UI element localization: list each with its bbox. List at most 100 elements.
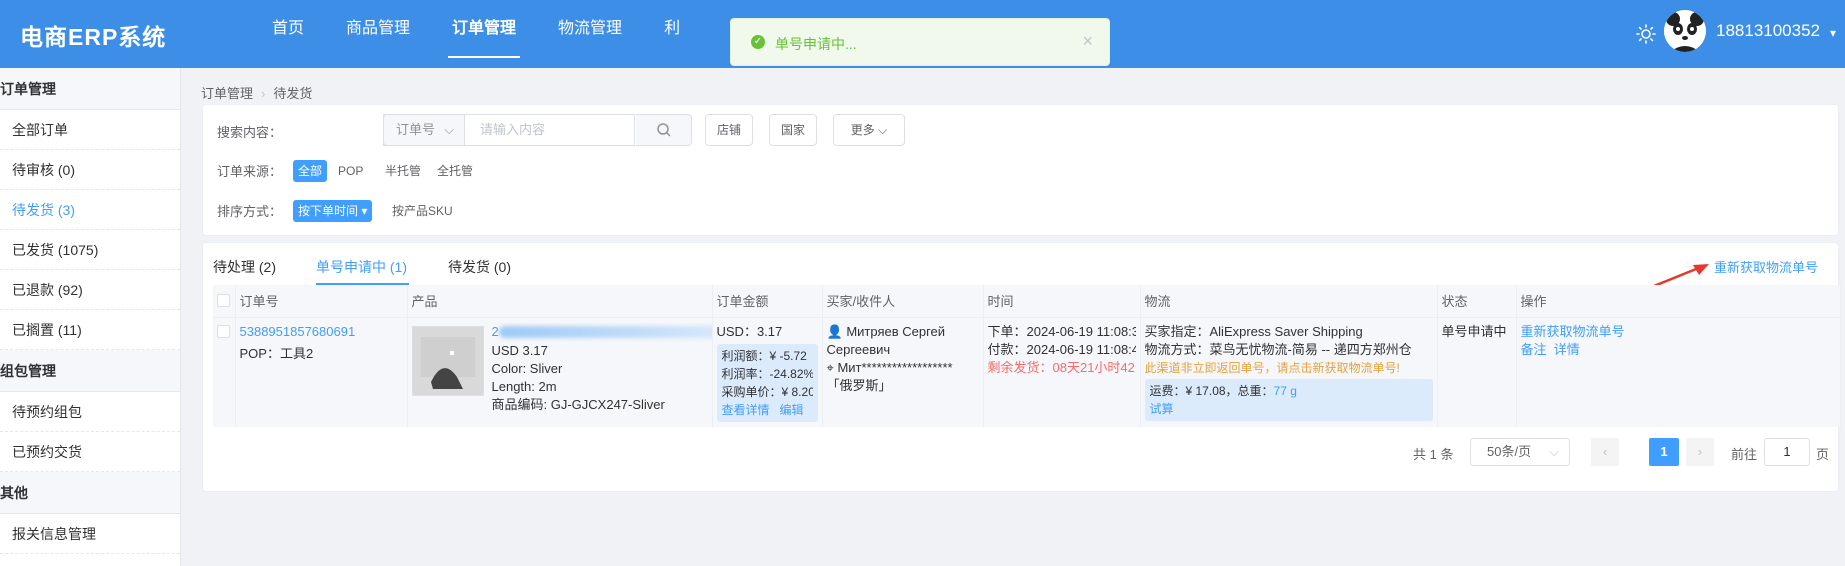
select-all-checkbox[interactable] bbox=[217, 293, 230, 307]
username[interactable]: 18813100352 bbox=[1716, 21, 1820, 41]
chevron-down-icon: ⌵ bbox=[878, 123, 888, 137]
breadcrumb-separator-icon: › bbox=[261, 86, 266, 101]
order-source: POP：工具2 bbox=[239, 345, 314, 361]
product-title-blurred bbox=[498, 326, 711, 339]
refetch-tracking-link[interactable]: 重新获取物流单号 bbox=[1521, 323, 1836, 341]
search-type-select[interactable]: 订单号 ⌵ bbox=[383, 114, 465, 146]
freight-label: 运费：¥ 17.08，总重： bbox=[1149, 383, 1274, 398]
refetch-tracking-button[interactable]: 重新获取物流单号 bbox=[1714, 257, 1818, 276]
pagination-total: 共 1 条 bbox=[1413, 447, 1454, 462]
tab-to-ship[interactable]: 待发货 (0) bbox=[448, 257, 511, 277]
more-filter-button[interactable]: 更多 ⌵ bbox=[833, 114, 905, 146]
edit-link[interactable]: 编辑 bbox=[780, 403, 804, 417]
country-filter-button[interactable]: 国家 bbox=[769, 114, 817, 146]
nav-logistics[interactable]: 物流管理 bbox=[558, 0, 622, 68]
sidebar: 订单管理 全部订单 待审核 (0) 待发货 (3) 已发货 (1075) 已退款… bbox=[0, 68, 181, 566]
user-menu-caret-icon[interactable]: ▾ bbox=[1830, 26, 1836, 40]
sidebar-item-all-orders[interactable]: 全部订单 bbox=[0, 110, 180, 150]
orders-table: 订单号 产品 订单金额 买家/收件人 时间 物流 状态 操作 538895185… bbox=[213, 285, 1841, 427]
buyer-cell: 👤 Митряев Сергей Сергеевич ⌖ Мит********… bbox=[822, 317, 984, 427]
sidebar-group-other[interactable]: 其他 bbox=[0, 472, 180, 514]
tab-to-process[interactable]: 待处理 (2) bbox=[213, 257, 276, 277]
row-checkbox[interactable] bbox=[217, 324, 230, 338]
sort-by-sku[interactable]: 按产品SKU bbox=[387, 200, 458, 222]
sidebar-item-customs-info[interactable]: 报关信息管理 bbox=[0, 514, 180, 554]
row-select-cell bbox=[213, 317, 236, 427]
toast-message: ✓ 单号申请中... × bbox=[730, 18, 1110, 66]
sidebar-item-booked-delivery[interactable]: 已预约交货 bbox=[0, 432, 180, 472]
user-icon: 👤 bbox=[826, 323, 843, 339]
note-link[interactable]: 备注 bbox=[1521, 342, 1547, 357]
trial-calc-link[interactable]: 试算 bbox=[1150, 400, 1428, 418]
nav-products[interactable]: 商品管理 bbox=[346, 0, 410, 68]
col-logistics: 物流 bbox=[1140, 285, 1438, 318]
nav-home[interactable]: 首页 bbox=[272, 0, 304, 68]
search-button[interactable] bbox=[636, 114, 692, 146]
next-page-button[interactable]: › bbox=[1686, 438, 1714, 466]
amount-cell: USD：3.17 利润额：¥ -5.72 利润率：-24.82% 采购单价：¥ … bbox=[712, 317, 823, 427]
prev-page-button[interactable]: ‹ bbox=[1591, 438, 1619, 466]
freight-box: 运费：¥ 17.08，总重：77 g 试算 bbox=[1144, 378, 1433, 421]
breadcrumb-current: 待发货 bbox=[273, 86, 313, 101]
sidebar-item-refunded[interactable]: 已退款 (92) bbox=[0, 270, 180, 310]
col-order-no: 订单号 bbox=[235, 285, 408, 318]
caret-down-icon: ▾ bbox=[361, 204, 368, 218]
chevron-down-icon: ⌵ bbox=[444, 122, 454, 137]
search-input[interactable]: 请输入内容 bbox=[465, 114, 635, 146]
product-cell: 2 × 1 USD 3.17 Color: Sliver Length: 2m … bbox=[407, 317, 713, 427]
product-title[interactable]: 2 × 1 bbox=[492, 323, 711, 342]
search-icon bbox=[657, 123, 671, 137]
status-cell: 单号申请中 bbox=[1437, 317, 1517, 427]
order-status: 单号申请中 bbox=[1441, 323, 1507, 339]
profit-amount: 利润额：¥ -5.72 bbox=[721, 348, 807, 363]
toast-close-icon[interactable]: × bbox=[1082, 31, 1093, 52]
tab-tracking-applying[interactable]: 单号申请中 (1) bbox=[316, 257, 407, 277]
goto-page-input[interactable]: 1 bbox=[1764, 438, 1810, 466]
current-page[interactable]: 1 bbox=[1649, 438, 1679, 466]
user-avatar[interactable] bbox=[1664, 10, 1706, 52]
col-product: 产品 bbox=[407, 285, 713, 318]
nav-more[interactable]: 利 bbox=[664, 0, 680, 68]
source-chip-pop[interactable]: POP bbox=[333, 160, 368, 182]
sidebar-item-shelved[interactable]: 已搁置 (11) bbox=[0, 310, 180, 350]
source-chip-all[interactable]: 全部 bbox=[293, 160, 328, 182]
sidebar-item-shipped[interactable]: 已发货 (1075) bbox=[0, 230, 180, 270]
source-chip-fully-managed[interactable]: 全托管 bbox=[432, 160, 478, 182]
sidebar-group-orders[interactable]: 订单管理 bbox=[0, 68, 180, 110]
nav-orders[interactable]: 订单管理 bbox=[448, 0, 521, 68]
product-thumbnail[interactable] bbox=[411, 325, 484, 396]
remaining-time: 剩余发货：08天21小时42分 bbox=[987, 359, 1136, 375]
toast-text: 单号申请中... bbox=[775, 36, 857, 52]
theme-toggle-icon[interactable] bbox=[1636, 24, 1656, 44]
success-check-icon: ✓ bbox=[751, 35, 765, 49]
breadcrumb-root[interactable]: 订单管理 bbox=[201, 86, 253, 101]
sidebar-group-packages[interactable]: 组包管理 bbox=[0, 350, 180, 392]
main-nav: 首页 商品管理 订单管理 物流管理 利 bbox=[272, 0, 722, 68]
pay-time: 付款：2024-06-19 11:08:43 bbox=[987, 341, 1136, 357]
sort-by-order-time[interactable]: 按下单时间 ▾ bbox=[293, 200, 373, 222]
page-size-select[interactable]: 50条/页 ⌵ bbox=[1470, 438, 1570, 466]
actions-cell: 重新获取物流单号 备注 详情 bbox=[1516, 317, 1841, 427]
shop-filter-button[interactable]: 店铺 bbox=[705, 114, 753, 146]
view-detail-link[interactable]: 查看详情 bbox=[722, 403, 770, 417]
profit-rate: 利润率：-24.82% bbox=[721, 366, 813, 381]
logistics-warning: 此渠道非立即返回单号，请点击新获取物流单号! bbox=[1144, 360, 1400, 375]
logistics-method: 物流方式：菜鸟无忧物流-简易 -- 递四方郑州仓 bbox=[1144, 341, 1412, 357]
table-row: 5388951857680691 POP：工具2 2 × 1 USD 3.17 … bbox=[213, 317, 1841, 427]
sidebar-item-package-booking[interactable]: 待预约组包 bbox=[0, 392, 180, 432]
sidebar-item-pending-ship[interactable]: 待发货 (3) bbox=[0, 190, 180, 230]
source-chip-semi-managed[interactable]: 半托管 bbox=[380, 160, 426, 182]
order-no-cell: 5388951857680691 POP：工具2 bbox=[235, 317, 408, 427]
sidebar-item-pending-review[interactable]: 待审核 (0) bbox=[0, 150, 180, 190]
detail-link[interactable]: 详情 bbox=[1554, 342, 1580, 357]
panda-avatar-icon bbox=[1664, 10, 1706, 52]
sort-active-label: 按下单时间 bbox=[298, 204, 359, 218]
brand-title: 电商ERP系统 bbox=[20, 24, 167, 50]
col-buyer: 买家/收件人 bbox=[822, 285, 984, 318]
product-title-initial[interactable]: 2 bbox=[492, 324, 499, 339]
order-no-link[interactable]: 5388951857680691 bbox=[240, 323, 403, 341]
header-select-all[interactable] bbox=[213, 285, 236, 318]
buyer-address-line: ⌖ Мит****************** bbox=[827, 359, 979, 377]
profit-box: 利润额：¥ -5.72 利润率：-24.82% 采购单价：¥ 8.20 查看详情… bbox=[716, 343, 818, 422]
order-time: 下单：2024-06-19 11:08:39 bbox=[987, 323, 1136, 339]
